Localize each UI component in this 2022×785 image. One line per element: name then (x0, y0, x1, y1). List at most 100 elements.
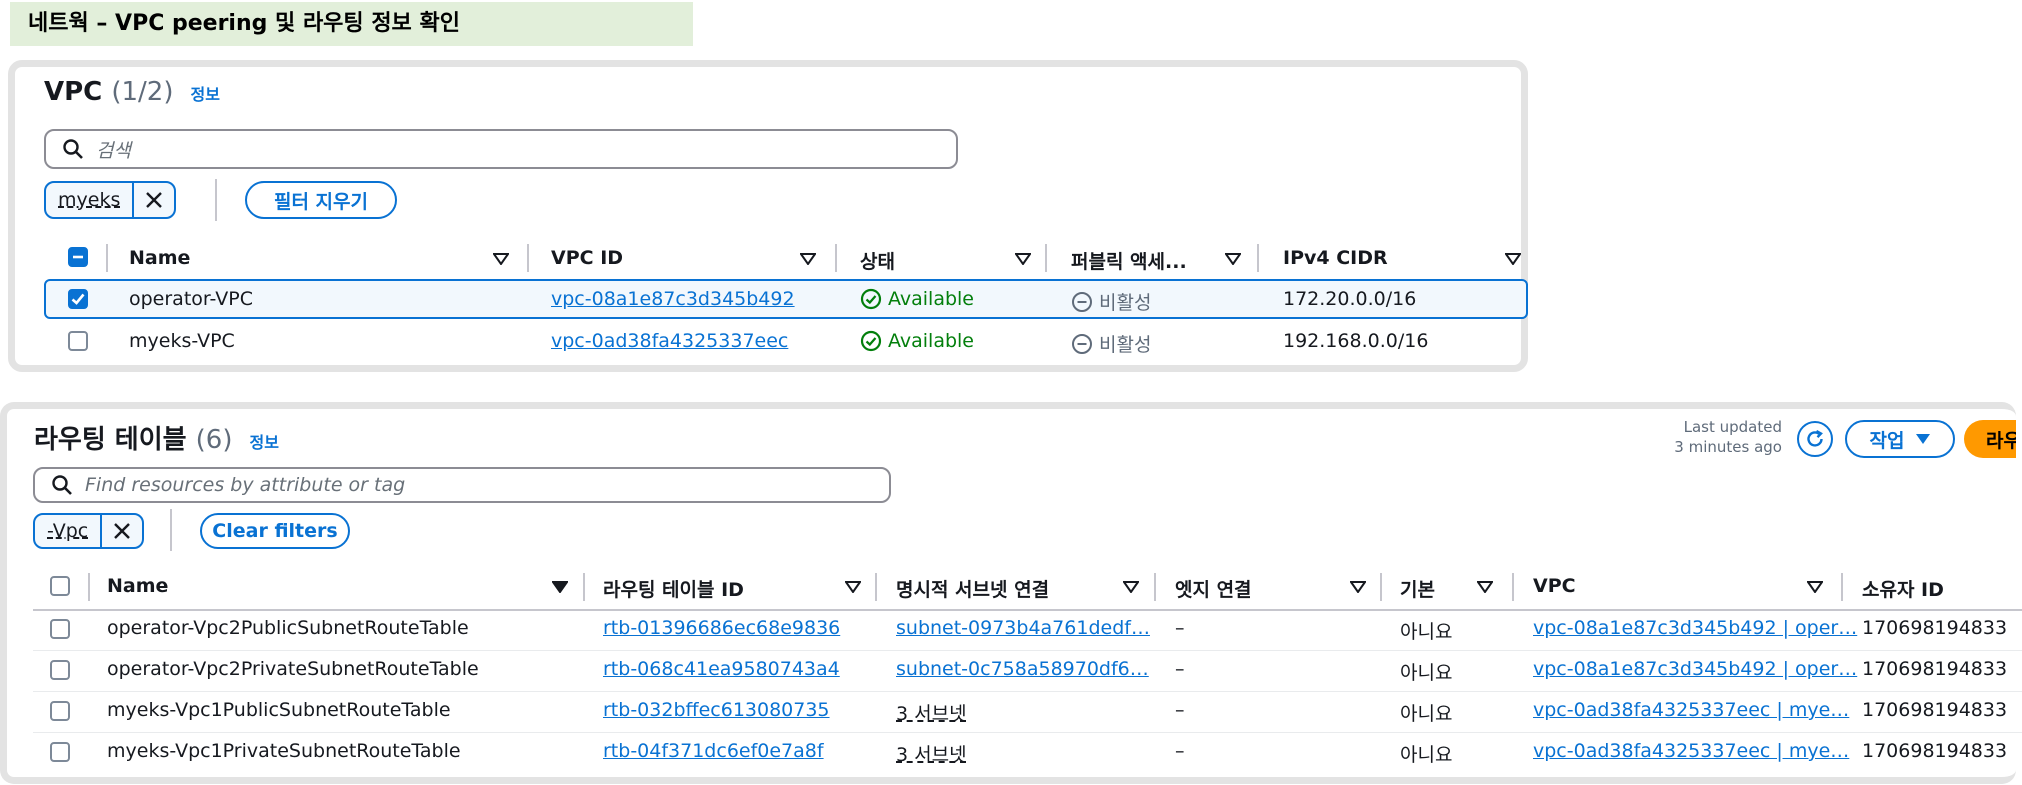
main-flag: 아니요 (1400, 703, 1453, 725)
minus-icon (73, 255, 83, 259)
subnet-link[interactable]: subnet-0973b4a761dedf… (896, 617, 1150, 639)
close-icon (114, 523, 131, 539)
row-checkbox[interactable] (68, 289, 88, 309)
select-all-checkbox[interactable] (50, 576, 70, 596)
check-circle-icon (860, 288, 882, 310)
subnet-link[interactable]: subnet-0c758a58970df6… (896, 658, 1149, 680)
sort-down-icon[interactable] (1477, 581, 1493, 593)
status-text: Available (888, 288, 975, 310)
disabled-circle-icon (1072, 333, 1092, 354)
vpc-link[interactable]: vpc-0ad38fa4325337eec | mye… (1533, 699, 1849, 721)
status-badge: Available (860, 330, 974, 352)
column-divider (1380, 573, 1382, 601)
vpc-link[interactable]: vpc-08a1e87c3d345b492 | oper… (1533, 617, 1857, 639)
row-checkbox[interactable] (50, 742, 70, 762)
row-checkbox[interactable] (68, 331, 88, 351)
sort-down-icon[interactable] (1505, 253, 1521, 265)
vpc-info-link[interactable]: 정보 (191, 85, 220, 104)
sort-down-icon[interactable] (1123, 581, 1139, 593)
col-header-explicit-subnet[interactable]: 명시적 서브넷 연결 (896, 575, 1049, 602)
ipv4-cidr: 172.20.0.0/16 (1283, 288, 1417, 310)
vpc-link[interactable]: vpc-0ad38fa4325337eec | mye… (1533, 740, 1849, 762)
subnet-count[interactable]: 3 서브넷 (896, 740, 967, 767)
select-all-checkbox[interactable] (68, 247, 88, 267)
main-flag: 아니요 (1400, 621, 1453, 643)
row-divider (33, 691, 2022, 692)
rt-filter-token: -Vpc (33, 513, 145, 549)
col-header-status[interactable]: 상태 (860, 247, 895, 274)
row-divider (33, 732, 2022, 733)
sort-down-icon[interactable] (800, 253, 816, 265)
vpc-search-placeholder: 검색 (96, 139, 131, 162)
column-divider (1154, 573, 1156, 601)
vpc-search-input[interactable]: 검색 (44, 129, 958, 169)
owner-id: 170698194833 (1862, 699, 2008, 721)
search-icon (52, 475, 72, 495)
route-table-id-link[interactable]: rtb-01396686ec68e9836 (603, 617, 840, 639)
col-header-edge-association[interactable]: 엣지 연결 (1175, 575, 1252, 602)
create-route-table-button[interactable]: 라우 (1964, 420, 2016, 458)
route-table-id-link[interactable]: rtb-068c41ea9580743a4 (603, 658, 840, 680)
rt-search-input[interactable]: Find resources by attribute or tag (33, 467, 891, 503)
vpc-link[interactable]: vpc-08a1e87c3d345b492 | oper… (1533, 658, 1857, 680)
owner-id: 170698194833 (1862, 617, 2008, 639)
col-header-name[interactable]: Name (129, 247, 190, 269)
col-header-vpc-id[interactable]: VPC ID (551, 247, 623, 269)
vpc-panel-title: VPC (44, 77, 103, 107)
main-flag: 아니요 (1400, 662, 1453, 684)
vpc-id-link[interactable]: vpc-0ad38fa4325337eec (551, 330, 788, 352)
row-checkbox[interactable] (50, 701, 70, 721)
search-icon (63, 139, 83, 159)
row-checkbox[interactable] (50, 619, 70, 639)
vpc-panel-header: VPC (1/2) 정보 (44, 77, 220, 107)
rt-info-link[interactable]: 정보 (250, 433, 279, 452)
edge-association: – (1175, 658, 1185, 680)
col-header-vpc[interactable]: VPC (1533, 575, 1576, 597)
vpc-panel-count: (1/2) (111, 77, 174, 107)
rt-panel-header: 라우팅 테이블 (6) 정보 (34, 419, 279, 456)
route-table-id-link[interactable]: rtb-032bffec613080735 (603, 699, 830, 721)
sort-down-icon[interactable] (552, 581, 568, 593)
owner-id: 170698194833 (1862, 658, 2008, 680)
col-header-ipv4-cidr[interactable]: IPv4 CIDR (1283, 247, 1388, 269)
route-table-id-link[interactable]: rtb-04f371dc6ef0e7a8f (603, 740, 824, 762)
rt-panel-title: 라우팅 테이블 (34, 425, 187, 455)
public-access-text: 비활성 (1099, 334, 1152, 356)
clear-filters-button[interactable]: Clear filters (200, 513, 350, 549)
column-divider (835, 244, 837, 272)
col-header-name[interactable]: Name (107, 575, 168, 597)
sort-down-icon[interactable] (493, 253, 509, 265)
header-divider (33, 609, 2022, 611)
col-header-main[interactable]: 기본 (1400, 575, 1435, 602)
public-access-text: 비활성 (1099, 292, 1152, 314)
rt-panel-count: (6) (195, 425, 233, 455)
vpc-filter-token: myeks (44, 181, 177, 219)
route-table-name: myeks-Vpc1PrivateSubnetRouteTable (107, 740, 461, 762)
row-checkbox[interactable] (50, 660, 70, 680)
vpc-id-link[interactable]: vpc-08a1e87c3d345b492 (551, 288, 795, 310)
edge-association: – (1175, 699, 1185, 721)
clear-filter-button[interactable]: 필터 지우기 (245, 181, 397, 219)
vpc-filter-remove-button[interactable] (132, 183, 174, 217)
refresh-icon (1807, 429, 1823, 447)
col-header-route-table-id[interactable]: 라우팅 테이블 ID (603, 575, 744, 602)
sort-down-icon[interactable] (1350, 581, 1366, 593)
actions-dropdown-button[interactable]: 작업 (1845, 420, 1955, 458)
ipv4-cidr: 192.168.0.0/16 (1283, 330, 1429, 352)
sort-down-icon[interactable] (1225, 253, 1241, 265)
col-header-owner-id[interactable]: 소유자 ID (1862, 575, 1944, 602)
last-updated-time: 3 minutes ago (1674, 438, 1782, 456)
column-divider (1257, 244, 1259, 272)
rt-filter-remove-button[interactable] (100, 515, 142, 547)
column-divider (88, 573, 90, 601)
col-header-public-access[interactable]: 퍼블릭 액세... (1071, 247, 1187, 274)
refresh-button[interactable] (1797, 421, 1833, 457)
check-circle-icon (860, 330, 882, 352)
column-divider (106, 244, 108, 272)
subnet-count[interactable]: 3 서브넷 (896, 699, 967, 726)
sort-down-icon[interactable] (1015, 253, 1031, 265)
vpc-panel: VPC (1/2) 정보 검색 myeks 필터 지우기 Name VPC ID… (8, 60, 1528, 372)
sort-down-icon[interactable] (1807, 581, 1823, 593)
column-divider (583, 573, 585, 601)
sort-down-icon[interactable] (845, 581, 861, 593)
